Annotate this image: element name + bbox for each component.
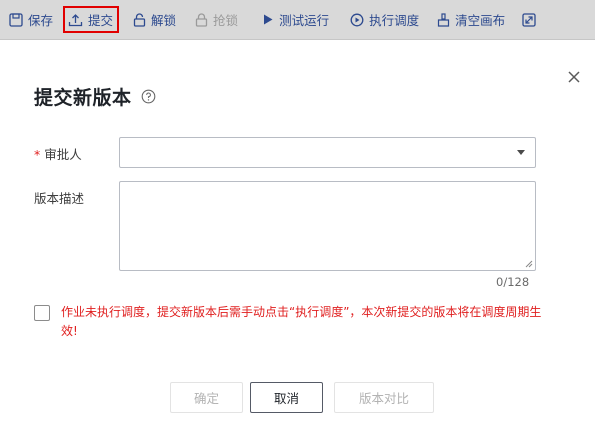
approver-select[interactable] [119, 137, 536, 168]
circle-play-icon [350, 13, 364, 26]
expand-icon [522, 12, 536, 27]
question-circle-icon[interactable] [141, 89, 156, 104]
grab-lock-button[interactable]: 抢锁 [195, 7, 238, 33]
execute-schedule-button[interactable]: 执行调度 [350, 7, 419, 33]
unlock-button[interactable]: 解锁 [133, 7, 176, 33]
approver-label-text: 审批人 [44, 147, 82, 162]
schedule-notice: 作业未执行调度，提交新版本后需手动点击“执行调度”，本次新提交的版本将在调度周期… [61, 305, 542, 338]
version-compare-button[interactable]: 版本对比 [334, 382, 434, 413]
grab-lock-label: 抢锁 [213, 13, 239, 28]
cancel-button[interactable]: 取消 [250, 382, 323, 413]
confirm-checkbox[interactable] [34, 305, 50, 321]
brush-icon [437, 12, 450, 27]
unlock-label: 解锁 [151, 13, 177, 28]
confirm-button[interactable]: 确定 [170, 382, 243, 413]
save-icon [9, 12, 23, 27]
play-icon [264, 14, 273, 25]
dialog-title: 提交新版本 [34, 87, 132, 109]
description-label: 版本描述 [34, 191, 85, 206]
test-run-label: 测试运行 [279, 13, 330, 28]
test-run-button[interactable]: 测试运行 [262, 7, 329, 33]
save-label: 保存 [28, 13, 54, 28]
unlock-icon [133, 12, 146, 27]
required-mark: * [34, 147, 41, 162]
clear-canvas-label: 清空画布 [455, 13, 506, 28]
description-textarea[interactable] [119, 181, 536, 271]
resize-handle-icon[interactable] [524, 259, 533, 268]
char-counter: 0/128 [496, 275, 530, 289]
clear-canvas-button[interactable]: 清空画布 [437, 7, 505, 33]
execute-schedule-label: 执行调度 [369, 13, 420, 28]
approver-label: * 审批人 [34, 144, 82, 163]
submit-label: 提交 [88, 13, 114, 28]
submit-version-dialog: 提交新版本 * 审批人 版本描述 0/128 作业未执行调度，提交新版本后需手动点… [0, 53, 595, 425]
lock-icon [195, 12, 208, 27]
caret-down-icon [517, 150, 525, 155]
save-button[interactable]: 保存 [9, 7, 53, 33]
close-icon[interactable] [566, 69, 582, 85]
upload-icon [68, 13, 83, 26]
submit-button[interactable]: 提交 [63, 6, 120, 33]
toolbar: 保存 提交 解锁 抢锁 测试运行 执行调度 清空画布 [0, 0, 595, 40]
dialog-header: 提交新版本 [34, 83, 156, 110]
expand-button[interactable] [522, 7, 541, 33]
